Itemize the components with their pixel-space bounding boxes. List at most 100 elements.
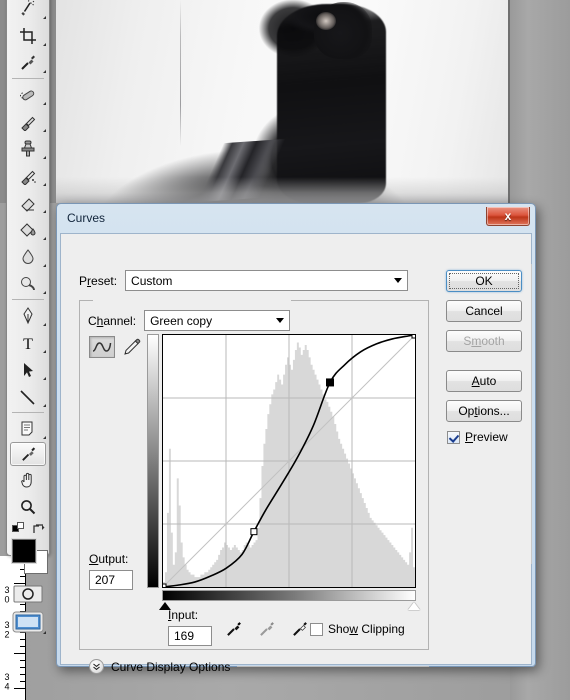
tool-expand-corner [43,350,46,353]
path-selection-tool[interactable] [7,356,49,383]
options-button-label: Options... [458,404,510,418]
show-clipping-checkbox[interactable] [310,622,323,636]
tool-expand-corner [43,291,46,294]
set-gray-point-dropper[interactable] [259,620,276,642]
toolbox-separator [12,78,44,79]
tool-expand-corner [43,237,46,240]
eraser-tool[interactable] [7,189,49,216]
tool-expand-corner [43,70,46,73]
eyedropper-tool-top[interactable] [7,49,49,76]
type-tool[interactable]: T [7,329,49,356]
chevron-down-icon [389,272,407,289]
magic-wand-tool[interactable] [7,0,49,22]
paint-bucket-tool[interactable] [7,216,49,243]
photo-backdrop-seam [180,0,182,147]
close-button[interactable]: x [486,207,530,226]
ok-button[interactable]: OK [446,270,522,292]
curves-dialog: Curves x Preset: Custom Channel: Green c… [56,203,536,674]
input-label: Input: [168,608,199,622]
pen-tool[interactable] [7,302,49,329]
preview-row[interactable]: Preview [447,430,522,444]
options-button[interactable]: Options... [446,400,522,422]
output-value: 207 [95,573,116,587]
document-canvas[interactable] [56,0,508,203]
clone-stamp-tool[interactable] [7,135,49,162]
curve-graph[interactable] [147,334,425,610]
quick-mask-button[interactable] [7,580,49,607]
channel-select[interactable]: Green copy [144,310,291,331]
dodge-tool[interactable] [7,270,49,297]
color-swatches[interactable] [7,536,49,580]
show-clipping-label: Show Clipping [328,622,405,636]
white-point-slider[interactable] [408,602,420,610]
tool-expand-corner [43,102,46,105]
preset-label: Preset: [79,273,118,288]
color-controls-row [7,520,49,536]
blur-tool[interactable] [7,243,49,270]
group-border-right [291,300,429,301]
toolbox-separator [12,299,44,300]
preset-value: Custom [131,273,173,288]
swap-colors-icon [32,523,44,533]
cancel-button[interactable]: Cancel [446,300,522,322]
zoom-tool[interactable] [7,493,49,520]
dialog-body: Preset: Custom Channel: Green copy Outpu… [60,233,532,674]
auto-button[interactable]: Auto [446,370,522,392]
set-white-point-dropper[interactable] [292,620,309,642]
curve-grid[interactable] [162,334,416,588]
tool-expand-corner [43,156,46,159]
brush-tool[interactable] [7,108,49,135]
tool-expand-corner [43,16,46,19]
dialog-titlebar[interactable]: Curves x [60,207,532,233]
channel-value: Green copy [150,313,213,328]
default-colors-icon [11,521,24,532]
show-clipping-row[interactable]: Show Clipping [310,622,405,636]
eyedropper-group [226,620,309,642]
preview-checkbox[interactable] [447,430,460,444]
chevron-down-icon[interactable] [89,659,104,674]
curve-display-options-row[interactable]: Curve Display Options [89,659,429,674]
tool-expand-corner [43,183,46,186]
curve-tool-group [89,336,145,358]
preview-label: Preview [465,430,508,444]
output-block: Output: 207 [89,552,133,590]
tool-expand-corner [43,129,46,132]
tool-expand-corner [43,323,46,326]
section-divider [237,666,429,667]
output-label: Output: [89,552,129,566]
input-input[interactable]: 169 [168,626,212,646]
panel-divider [531,264,532,564]
hand-tool[interactable] [7,466,49,493]
smooth-button: Smooth [446,330,522,352]
input-value: 169 [174,629,195,643]
ok-button-label: OK [475,274,493,288]
tool-expand-corner [43,377,46,380]
curve-plot [163,335,415,587]
eyedropper-tool[interactable] [10,442,46,466]
foreground-color-swatch[interactable] [12,539,36,563]
svg-text:T: T [23,336,33,352]
curve-display-options-label: Curve Display Options [111,659,231,674]
pencil-tool[interactable] [119,336,145,358]
history-brush-tool[interactable] [7,162,49,189]
notes-tool[interactable] [7,415,49,442]
screen-mode-button[interactable] [7,607,49,637]
healing-brush-tool[interactable] [7,81,49,108]
auto-button-label: Auto [471,374,497,388]
smooth-button-label: Smooth [463,334,505,348]
group-border-left [79,300,93,301]
set-black-point-dropper[interactable] [226,620,243,642]
crop-tool[interactable] [7,22,49,49]
output-gradient-bar [147,334,159,588]
chevron-down-icon [271,312,289,329]
toolbox-panel: T [6,0,50,634]
output-input[interactable]: 207 [89,570,133,590]
tool-expand-corner [43,404,46,407]
preset-select[interactable]: Custom [125,270,409,291]
screen: 30 32 34 T Curves x Preset: Custom Chann… [0,0,570,700]
tool-expand-corner [43,631,46,634]
tool-expand-corner [43,436,46,439]
line-tool[interactable] [7,383,49,410]
close-icon: x [504,209,512,223]
edit-points-tool[interactable] [89,336,115,358]
